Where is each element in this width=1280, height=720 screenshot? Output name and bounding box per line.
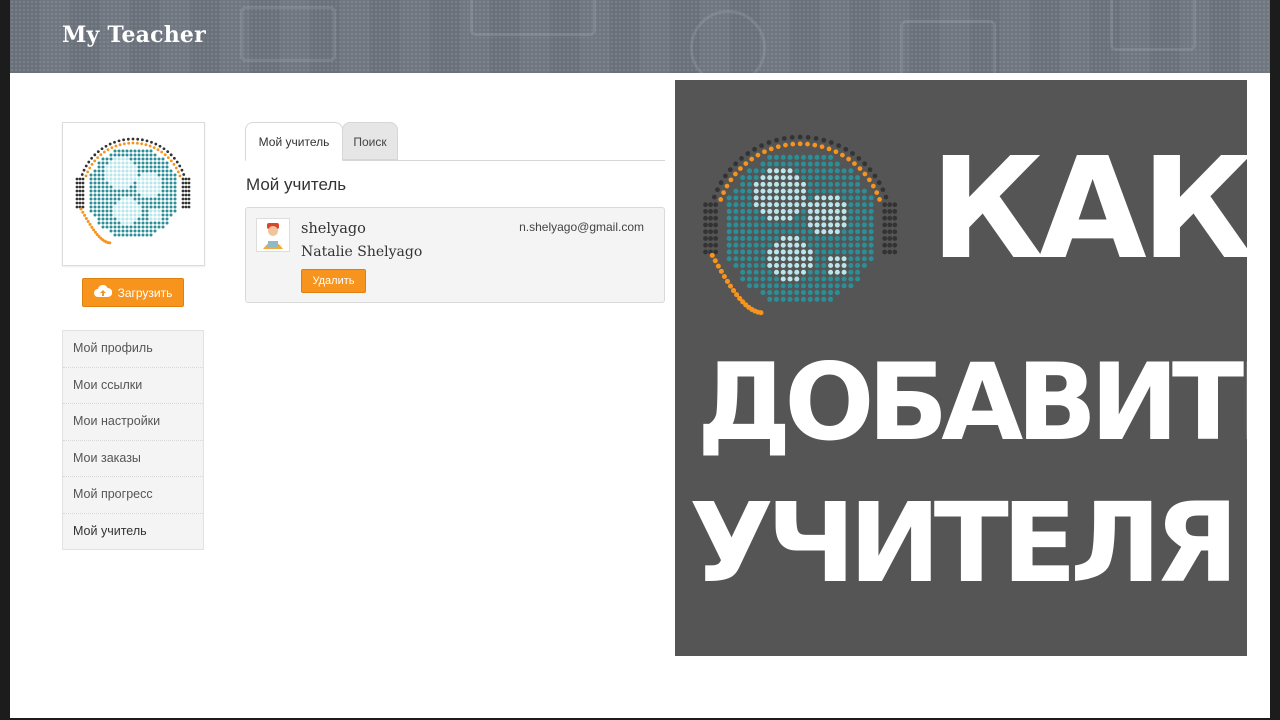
frame-edge-right: [1270, 0, 1280, 720]
teacher-email: n.shelyago@gmail.com: [519, 220, 644, 234]
tab-search[interactable]: Поиск: [342, 122, 398, 160]
teacher-full-name: Natalie Shelyago: [301, 244, 423, 260]
tab-my-teacher[interactable]: Мой учитель: [245, 122, 343, 161]
teacher-avatar: [256, 218, 290, 252]
delete-teacher-button[interactable]: Удалить: [301, 269, 366, 293]
promo-line-2: ДОБАВИТЬ: [697, 341, 1247, 464]
promo-line-3: УЧИТЕЛЯ: [689, 479, 1239, 607]
header-decor: [240, 6, 336, 62]
upload-avatar-button[interactable]: Загрузить: [82, 278, 184, 307]
promo-banner: КАК ДОБАВИТЬ УЧИТЕЛЯ: [675, 80, 1247, 656]
menu-item-my-settings[interactable]: Мои настройки: [63, 404, 203, 441]
globe-headset-icon: [703, 134, 898, 316]
section-title: Мой учитель: [246, 175, 347, 194]
site-header: My Teacher: [10, 0, 1270, 73]
site-logo-text[interactable]: My Teacher: [62, 22, 206, 48]
frame-edge-left: [0, 0, 10, 720]
menu-item-my-profile[interactable]: Мой профиль: [63, 331, 203, 368]
teacher-tabs: Мой учитель Поиск: [245, 122, 665, 161]
menu-item-my-orders[interactable]: Мои заказы: [63, 441, 203, 477]
cloud-upload-icon: [93, 284, 112, 301]
upload-avatar-label: Загрузить: [117, 285, 173, 300]
header-decor: [900, 20, 996, 73]
header-decor: [690, 10, 766, 73]
teacher-username: shelyago: [301, 221, 366, 237]
profile-side-menu: Мой профиль Мои ссылки Мои настройки Мои…: [62, 330, 204, 550]
promo-line-1: КАК: [930, 128, 1247, 291]
menu-item-my-links[interactable]: Мои ссылки: [63, 368, 203, 404]
teacher-card: shelyago Natalie Shelyago n.shelyago@gma…: [245, 207, 665, 303]
menu-item-my-teacher[interactable]: Мой учитель: [63, 514, 203, 550]
profile-avatar: [62, 122, 205, 266]
header-decor: [470, 0, 596, 36]
header-decor: [1110, 0, 1196, 51]
teacher-person-icon: [263, 223, 283, 249]
menu-item-my-progress[interactable]: Мой прогресс: [63, 477, 203, 514]
globe-headset-icon: [75, 137, 191, 245]
